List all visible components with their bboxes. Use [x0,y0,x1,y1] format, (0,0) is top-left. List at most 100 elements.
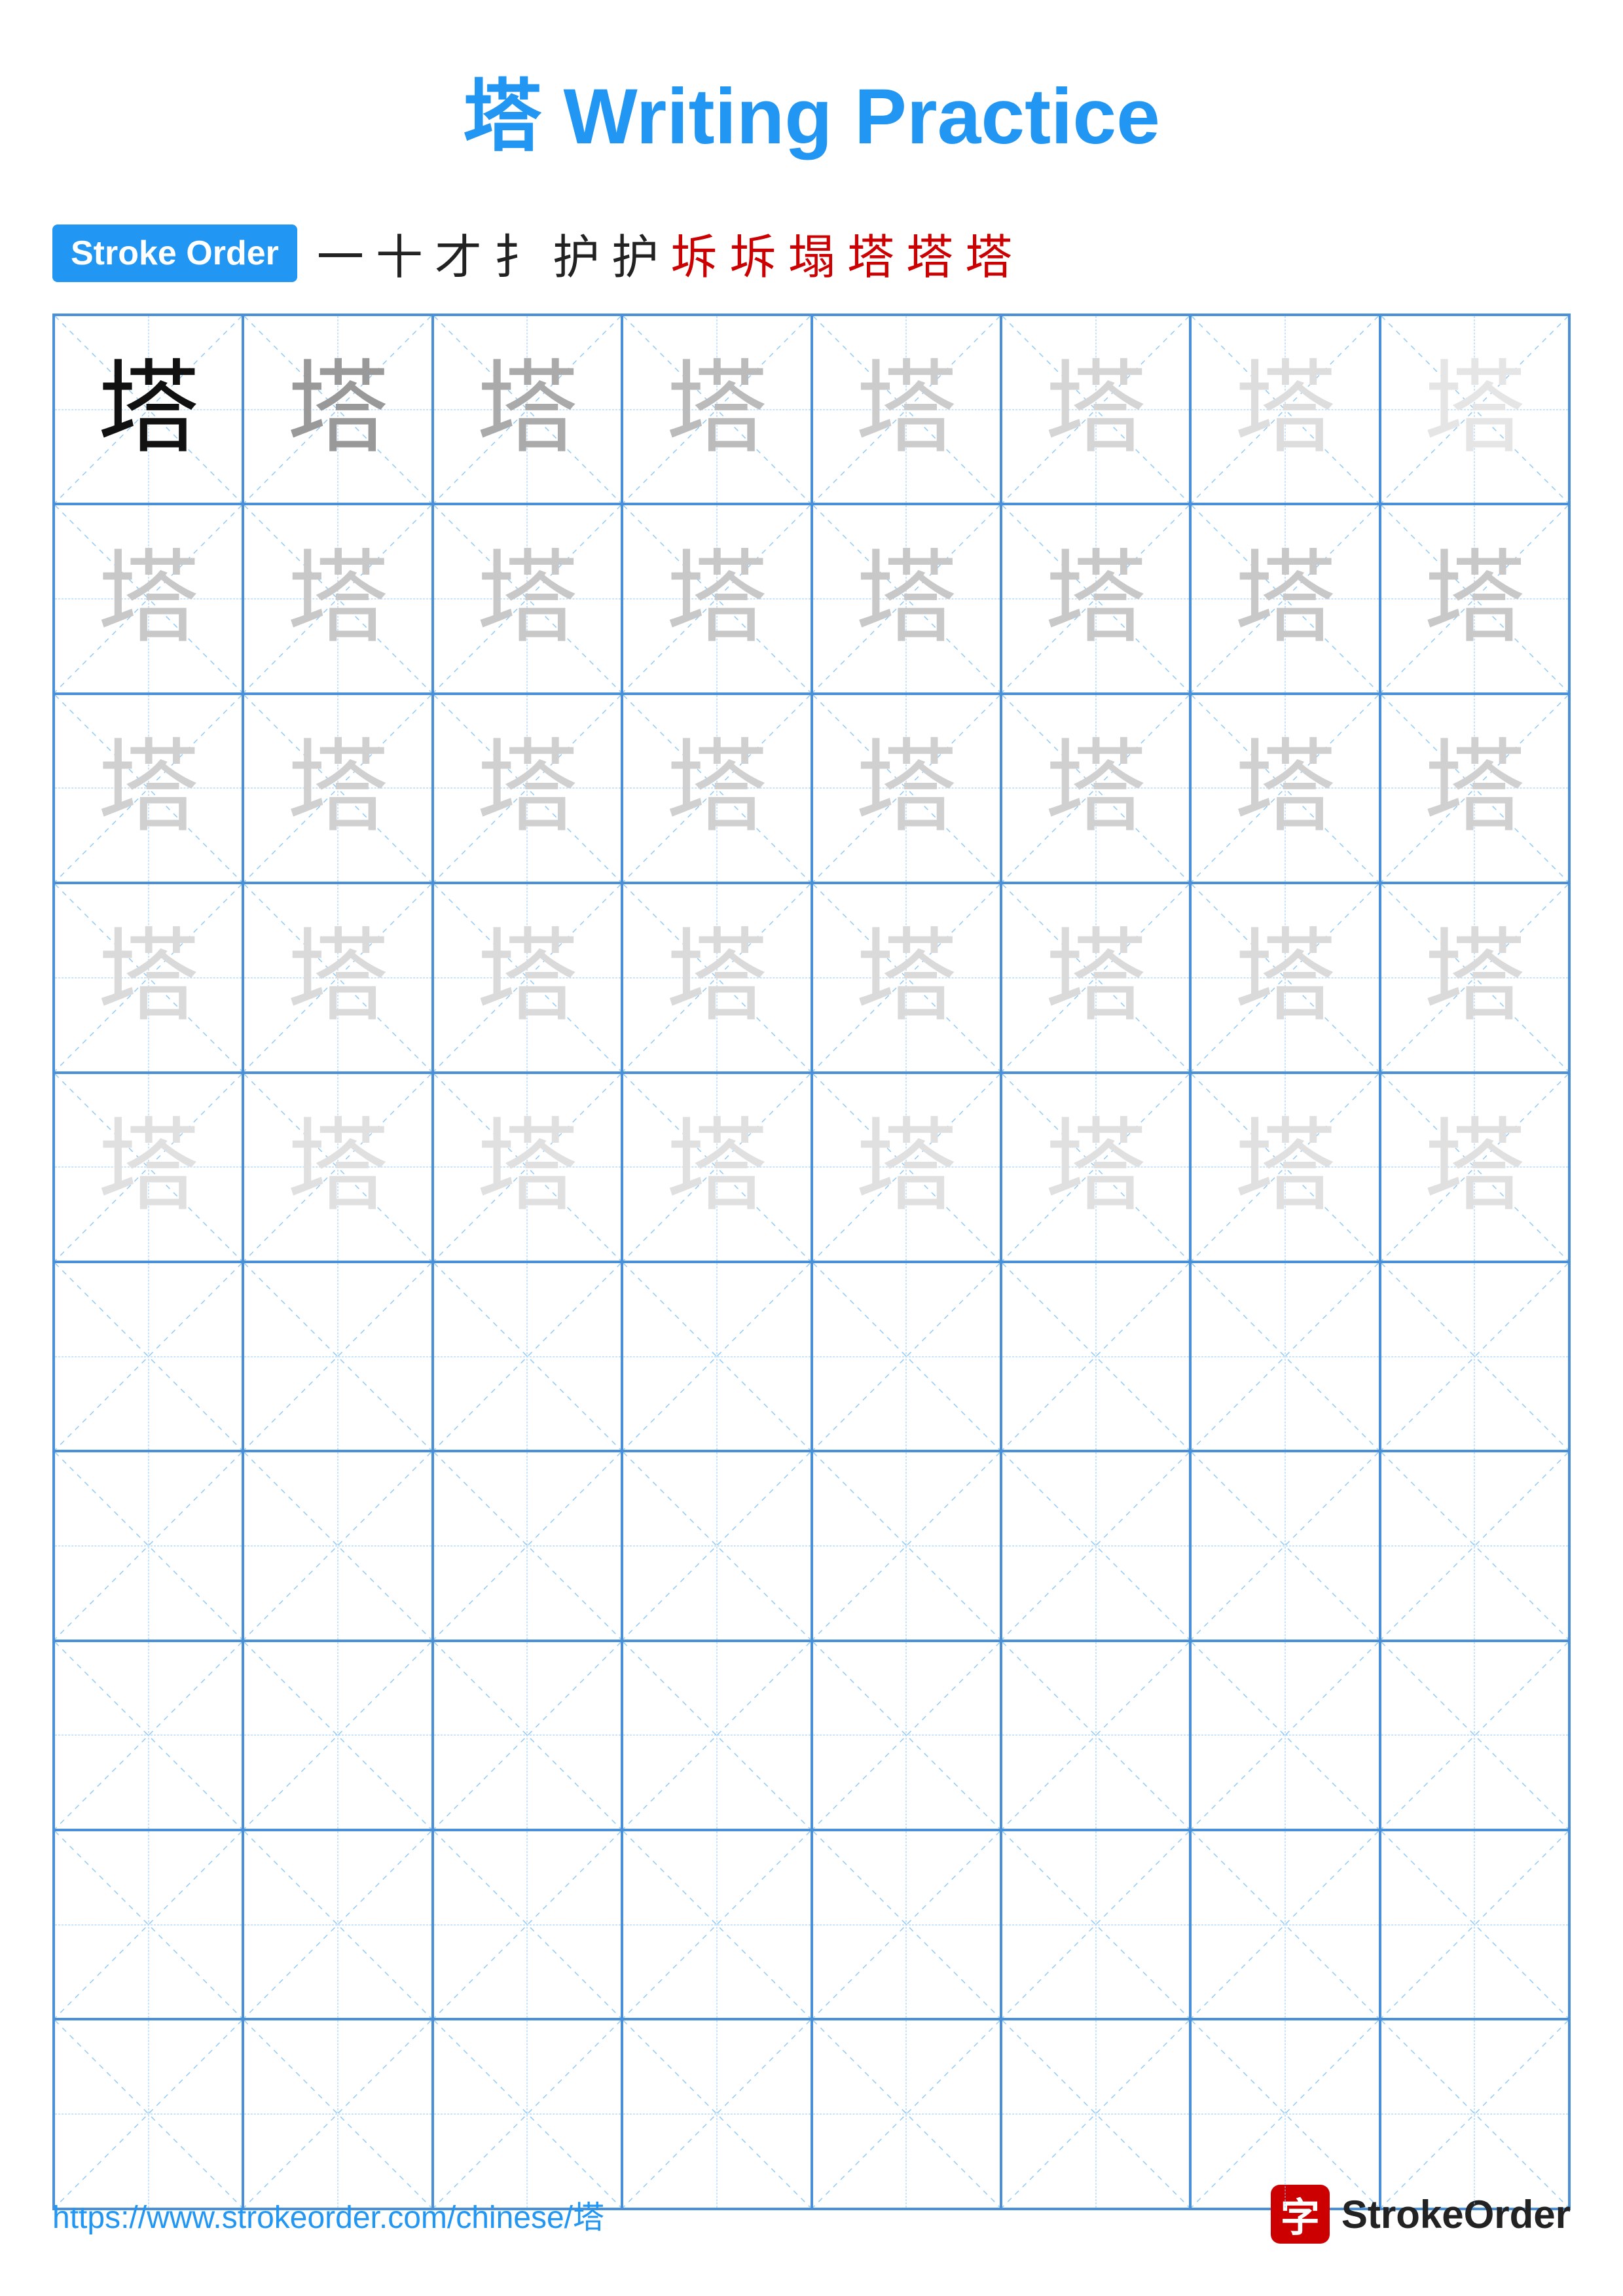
footer-logo: 字 StrokeOrder [1271,2185,1571,2244]
char-4-6: 塔 [1234,927,1336,1028]
char-2-1: 塔 [287,548,389,650]
grid-cell-8-0[interactable] [54,1641,243,1830]
grid-cell-6-6[interactable] [1190,1262,1379,1451]
stroke-4: 扌 [494,219,541,287]
stroke-9: 塌 [788,219,835,287]
grid-cell-6-7[interactable] [1380,1262,1569,1451]
grid-cell-9-0[interactable] [54,1830,243,2019]
grid-row-8 [54,1641,1569,1830]
grid-cell-8-1[interactable] [243,1641,432,1830]
grid-cell-4-2: 塔 [433,883,622,1072]
grid-cell-2-6: 塔 [1190,504,1379,693]
grid-cell-1-1: 塔 [243,315,432,504]
footer-logo-text: StrokeOrder [1341,2192,1571,2237]
grid-cell-5-3: 塔 [622,1073,811,1262]
grid-cell-10-3[interactable] [622,2019,811,2208]
char-1-6: 塔 [1234,359,1336,460]
grid-row-1: 塔 塔 塔 塔 塔 塔 塔 [54,315,1569,504]
grid-cell-10-5[interactable] [1001,2019,1190,2208]
page-title: 塔 Writing Practice [463,73,1160,160]
grid-cell-9-6[interactable] [1190,1830,1379,2019]
stroke-10: 塔 [847,219,894,287]
char-2-5: 塔 [1045,548,1146,650]
grid-cell-4-3: 塔 [622,883,811,1072]
char-1-5: 塔 [1045,359,1146,460]
footer: https://www.strokeorder.com/chinese/塔 字 … [0,2185,1623,2244]
char-2-6: 塔 [1234,548,1336,650]
footer-url[interactable]: https://www.strokeorder.com/chinese/塔 [52,2191,604,2237]
grid-cell-3-2: 塔 [433,694,622,883]
grid-cell-7-1[interactable] [243,1451,432,1640]
char-3-5: 塔 [1045,738,1146,839]
char-5-1: 塔 [287,1117,389,1218]
char-4-3: 塔 [666,927,767,1028]
grid-cell-6-3[interactable] [622,1262,811,1451]
grid-cell-10-1[interactable] [243,2019,432,2208]
grid-cell-5-6: 塔 [1190,1073,1379,1262]
grid-cell-9-7[interactable] [1380,1830,1569,2019]
char-3-7: 塔 [1424,738,1525,839]
grid-row-3: 塔 塔 塔 塔 塔 塔 塔 塔 [54,694,1569,883]
grid-cell-10-0[interactable] [54,2019,243,2208]
char-1-4: 塔 [856,359,957,460]
grid-cell-2-1: 塔 [243,504,432,693]
grid-cell-8-6[interactable] [1190,1641,1379,1830]
grid-cell-8-2[interactable] [433,1641,622,1830]
grid-cell-9-2[interactable] [433,1830,622,2019]
stroke-order-chars: 一 十 才 扌 护 护 坼 坼 塌 塔 塔 塔 [317,219,1012,287]
char-2-0: 塔 [98,548,199,650]
grid-cell-7-3[interactable] [622,1451,811,1640]
grid-cell-7-4[interactable] [812,1451,1001,1640]
char-1-1: 塔 [287,359,389,460]
grid-cell-1-2: 塔 [433,315,622,504]
grid-cell-5-2: 塔 [433,1073,622,1262]
grid-cell-7-7[interactable] [1380,1451,1569,1640]
char-2-4: 塔 [856,548,957,650]
grid-cell-8-5[interactable] [1001,1641,1190,1830]
grid-cell-6-5[interactable] [1001,1262,1190,1451]
grid-cell-10-4[interactable] [812,2019,1001,2208]
grid-cell-10-6[interactable] [1190,2019,1379,2208]
grid-cell-1-3: 塔 [622,315,811,504]
grid-cell-3-3: 塔 [622,694,811,883]
grid-cell-5-0: 塔 [54,1073,243,1262]
grid-cell-8-4[interactable] [812,1641,1001,1830]
grid-cell-7-0[interactable] [54,1451,243,1640]
grid-cell-9-5[interactable] [1001,1830,1190,2019]
char-4-1: 塔 [287,927,389,1028]
grid-cell-6-1[interactable] [243,1262,432,1451]
char-2-7: 塔 [1424,548,1525,650]
grid-cell-8-3[interactable] [622,1641,811,1830]
title-section: 塔 Writing Practice [0,0,1623,206]
stroke-2: 十 [376,219,423,287]
grid-row-6 [54,1262,1569,1451]
stroke-3: 才 [435,219,482,287]
grid-cell-6-4[interactable] [812,1262,1001,1451]
char-5-2: 塔 [477,1117,578,1218]
grid-cell-7-2[interactable] [433,1451,622,1640]
grid-cell-8-7[interactable] [1380,1641,1569,1830]
grid-cell-9-4[interactable] [812,1830,1001,2019]
char-4-7: 塔 [1424,927,1525,1028]
grid-cell-3-6: 塔 [1190,694,1379,883]
char-3-4: 塔 [856,738,957,839]
char-5-6: 塔 [1234,1117,1336,1218]
grid-cell-10-7[interactable] [1380,2019,1569,2208]
grid-cell-10-2[interactable] [433,2019,622,2208]
grid-cell-6-0[interactable] [54,1262,243,1451]
grid-cell-9-3[interactable] [622,1830,811,2019]
grid-cell-7-6[interactable] [1190,1451,1379,1640]
grid-cell-4-7: 塔 [1380,883,1569,1072]
grid-cell-2-5: 塔 [1001,504,1190,693]
grid-row-2: 塔 塔 塔 塔 塔 塔 塔 塔 [54,504,1569,693]
char-3-3: 塔 [666,738,767,839]
stroke-1: 一 [317,219,364,287]
char-1-7: 塔 [1424,359,1525,460]
stroke-7: 坼 [670,219,718,287]
grid-cell-6-2[interactable] [433,1262,622,1451]
footer-logo-icon: 字 [1271,2185,1330,2244]
stroke-5: 护 [553,219,600,287]
grid-cell-7-5[interactable] [1001,1451,1190,1640]
grid-cell-9-1[interactable] [243,1830,432,2019]
char-3-2: 塔 [477,738,578,839]
